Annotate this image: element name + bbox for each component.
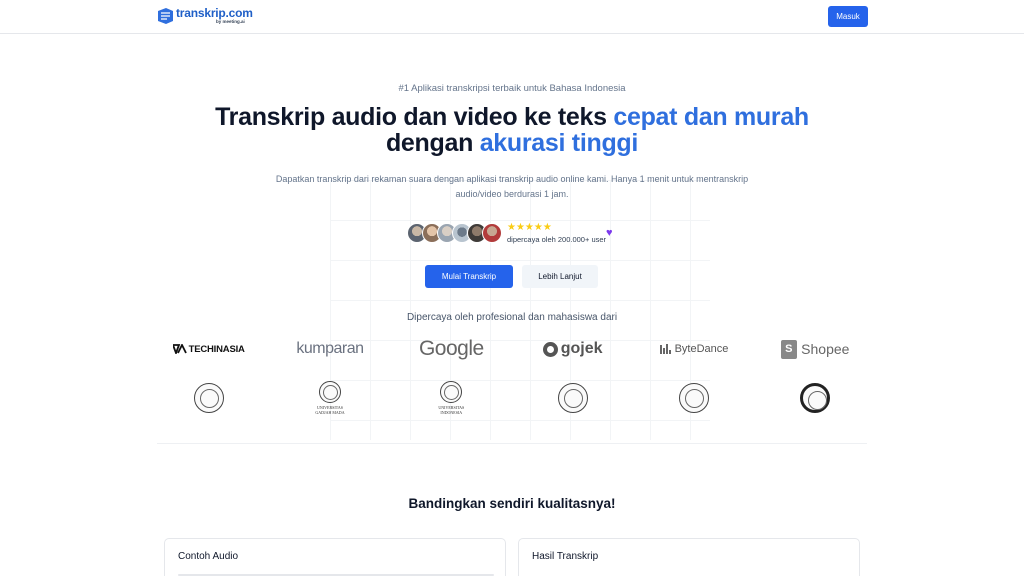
shopee-logo: Shopee <box>755 339 876 359</box>
university-logo <box>755 383 876 413</box>
learn-more-button[interactable]: Lebih Lanjut <box>522 265 598 288</box>
university-logo <box>512 383 633 413</box>
audio-card-title: Contoh Audio <box>178 551 239 562</box>
rating: ★★★★★ dipercaya oleh 200.000+ user <box>507 222 606 244</box>
headline-highlight-1: cepat dan murah <box>613 103 809 131</box>
star-rating-icon: ★★★★★ <box>507 222 552 233</box>
top-navbar: transkrip.com by meeting.ai Masuk <box>0 0 1024 34</box>
site-logo[interactable]: transkrip.com by meeting.ai <box>157 7 253 25</box>
ugm-logo: UNIVERSITAS GADJAH MADA <box>269 381 390 415</box>
university-seal-icon <box>557 383 588 413</box>
user-avatars <box>407 223 502 243</box>
transcript-result-card: Hasil Transkrip <box>518 538 860 576</box>
audio-sample-card: Contoh Audio <box>164 538 506 576</box>
hero-headline: Transkrip audio dan video ke teks cepat … <box>212 104 812 156</box>
techinasia-logo: TECHINASIA <box>148 344 269 355</box>
company-logos: TECHINASIA kumparan Google gojek ByteDan… <box>148 334 876 364</box>
shopee-bag-icon <box>781 339 798 359</box>
compare-title: Bandingkan sendiri kualitasnya! <box>408 496 616 511</box>
shopee-text: Shopee <box>801 341 850 357</box>
headline-text-1: Transkrip audio dan video ke teks <box>215 103 614 131</box>
ui-seal-icon <box>440 381 463 403</box>
ui-logo: UNIVERSITAS INDONESIA <box>391 381 512 415</box>
ugm-seal-icon <box>318 381 341 403</box>
bytedance-logo: ByteDance <box>633 343 754 355</box>
bytedance-text: ByteDance <box>674 343 729 355</box>
kumparan-text: kumparan <box>296 340 364 357</box>
section-divider <box>157 443 867 444</box>
ugm-label: UNIVERSITAS GADJAH MADA <box>315 405 345 415</box>
login-button[interactable]: Masuk <box>828 6 868 27</box>
gojek-icon <box>542 341 558 357</box>
avatar <box>482 223 502 243</box>
university-seal-icon <box>193 383 224 413</box>
transkrip-logo-icon <box>158 8 173 24</box>
start-transcribe-button[interactable]: Mulai Transkrip <box>425 265 513 288</box>
university-logo <box>148 383 269 413</box>
university-seal-icon <box>678 383 709 413</box>
logo-subtext: by meeting.ai <box>216 19 245 24</box>
google-logo: Google <box>391 337 512 361</box>
trusted-by-title: Dipercaya oleh profesional dan mahasiswa… <box>406 312 618 323</box>
headline-highlight-2: akurasi tinggi <box>479 129 639 157</box>
techinasia-text: TECHINASIA <box>188 343 245 355</box>
ui-label: UNIVERSITAS INDONESIA <box>438 405 465 415</box>
logo-name: transkrip.com <box>176 6 253 20</box>
university-seal-icon <box>800 383 831 413</box>
gojek-text: gojek <box>560 340 603 357</box>
rating-text: dipercaya oleh 200.000+ user <box>507 235 607 244</box>
social-proof: ★★★★★ dipercaya oleh 200.000+ user <box>407 221 606 245</box>
techinasia-mark-icon <box>172 344 187 354</box>
bytedance-icon <box>659 344 672 354</box>
headline-text-2: dengan <box>385 129 480 157</box>
result-card-title: Hasil Transkrip <box>532 551 599 562</box>
hero-description: Dapatkan transkrip dari rekaman suara de… <box>275 174 749 199</box>
hero-tagline: #1 Aplikasi transkripsi terbaik untuk Ba… <box>398 83 626 94</box>
heart-icon: ♥ <box>606 227 613 239</box>
university-logo <box>633 383 754 413</box>
google-text: Google <box>418 337 484 360</box>
gojek-logo: gojek <box>512 340 633 358</box>
university-logos: UNIVERSITAS GADJAH MADA UNIVERSITAS INDO… <box>148 378 876 418</box>
kumparan-logo: kumparan <box>269 340 390 358</box>
